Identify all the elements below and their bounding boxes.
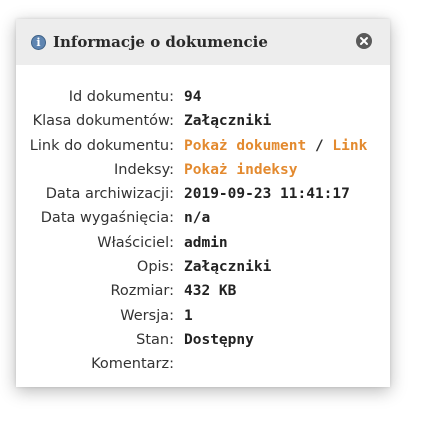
close-button[interactable] <box>356 33 372 49</box>
row-description: Opis: Załączniki <box>16 255 390 279</box>
row-size: Rozmiar: 432 KB <box>16 279 390 303</box>
value-owner: admin <box>184 234 228 251</box>
row-expiry-date: Data wygaśnięcia: n/a <box>16 206 390 230</box>
label-archive-date: Data archiwizacji: <box>45 186 174 203</box>
direct-link[interactable]: Link <box>332 138 367 154</box>
row-document-class: Klasa dokumentów: Załączniki <box>16 109 390 133</box>
value-expiry-date: n/a <box>184 210 211 227</box>
value-document-class: Załączniki <box>184 113 272 130</box>
value-archive-date: 2019-09-23 11:41:17 <box>184 186 350 203</box>
document-details: Id dokumentu: 94 Klasa dokumentów: Załąc… <box>16 85 390 377</box>
show-indexes-link[interactable]: Pokaż indeksy <box>184 158 298 182</box>
label-document-class: Klasa dokumentów: <box>32 113 174 130</box>
value-version: 1 <box>184 307 193 324</box>
document-info-dialog: i Informacje o dokumencie Id dokumentu: … <box>16 19 390 387</box>
row-indexes: Indeksy: Pokaż indeksy <box>16 158 390 182</box>
row-version: Wersja: 1 <box>16 304 390 328</box>
dialog-title: Informacje o dokumencie <box>53 33 268 51</box>
label-description: Opis: <box>136 259 174 276</box>
info-icon: i <box>31 35 46 50</box>
row-document-link: Link do dokumentu: Pokaż dokument / Link <box>16 134 390 158</box>
label-comment: Komentarz: <box>91 356 174 373</box>
label-status: Stan: <box>136 331 174 348</box>
value-document-link: Pokaż dokument / Link <box>184 134 367 158</box>
row-status: Stan: Dostępny <box>16 328 390 352</box>
label-expiry-date: Data wygaśnięcia: <box>40 210 174 227</box>
label-owner: Właściciel: <box>97 234 174 251</box>
value-description: Załączniki <box>184 259 272 276</box>
close-icon <box>360 37 368 45</box>
dialog-titlebar: i Informacje o dokumencie <box>16 19 390 65</box>
row-comment: Komentarz: <box>16 352 390 376</box>
label-document-link: Link do dokumentu: <box>29 137 174 154</box>
value-id: 94 <box>184 89 202 105</box>
value-status: Dostępny <box>184 331 254 348</box>
row-archive-date: Data archiwizacji: 2019-09-23 11:41:17 <box>16 182 390 206</box>
label-id: Id dokumentu: <box>68 89 174 105</box>
show-document-link[interactable]: Pokaż dokument <box>184 138 306 154</box>
label-size: Rozmiar: <box>110 283 174 300</box>
label-version: Wersja: <box>120 307 174 324</box>
row-owner: Właściciel: admin <box>16 231 390 255</box>
row-id: Id dokumentu: 94 <box>16 85 390 109</box>
link-separator: / <box>306 137 333 154</box>
value-size: 432 KB <box>184 283 237 300</box>
label-indexes: Indeksy: <box>114 161 174 178</box>
